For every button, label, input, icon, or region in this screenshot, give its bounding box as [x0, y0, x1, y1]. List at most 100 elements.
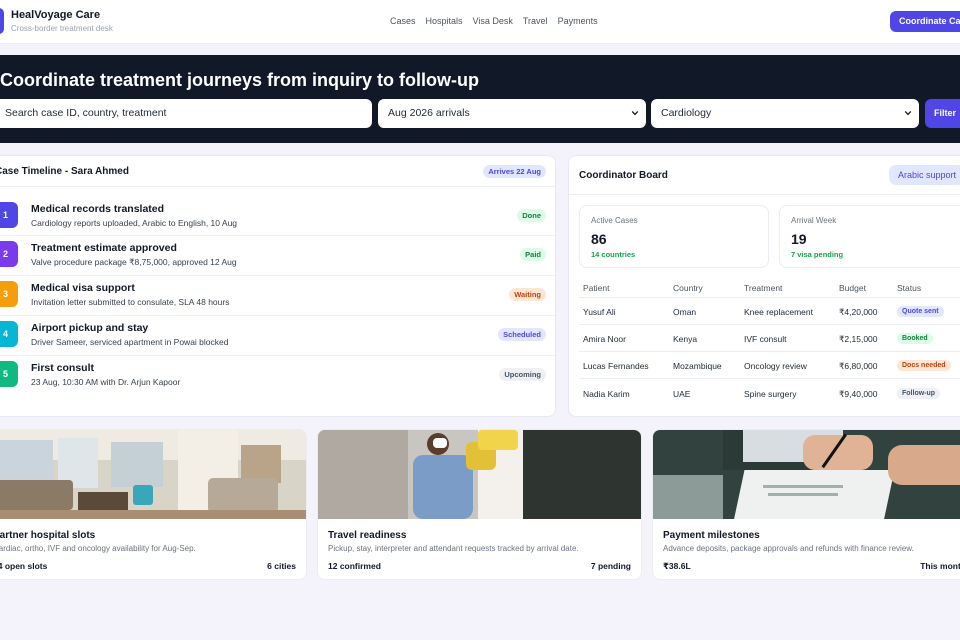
stat-note: 7 visa pending: [791, 250, 844, 259]
cell-patient[interactable]: Lucas Fernandes: [583, 361, 649, 371]
cell-country: UAE: [673, 389, 691, 399]
nav-item-visa-desk[interactable]: Visa Desk: [473, 16, 513, 26]
step-title: First consult: [31, 362, 95, 374]
cell-country: Oman: [673, 307, 697, 317]
feature-title: Partner hospital slots: [0, 530, 96, 541]
step-number: 5: [0, 361, 18, 387]
step-detail: Invitation letter submitted to consulate…: [31, 297, 230, 307]
stat-label: Active Cases: [591, 216, 638, 225]
feature-metric-secondary: 7 pending: [590, 561, 631, 571]
stat-label: Arrival Week: [791, 216, 837, 225]
timeline-step[interactable]: 5 First consult 23 Aug, 10:30 AM with Dr…: [0, 361, 555, 401]
divider: [579, 351, 960, 352]
chevron-down-icon: [904, 110, 912, 116]
divider: [0, 186, 555, 187]
stat-card-active-cases: Active Cases 86 14 countries: [579, 205, 769, 268]
case-timeline-card: Case Timeline - Sara Ahmed Arrives 22 Au…: [0, 155, 556, 417]
cell-budget: ₹6,80,000: [839, 361, 878, 371]
feature-card-payment-milestones[interactable]: Payment milestones Advance deposits, pac…: [652, 429, 960, 580]
coordinator-board-card: Coordinator Board Arabic support Active …: [568, 155, 960, 417]
cleaning-staff-image: [318, 430, 641, 519]
divider: [579, 378, 960, 379]
step-title: Airport pickup and stay: [31, 322, 149, 334]
hospital-lounge-image: [0, 430, 306, 519]
step-detail: Valve procedure package ₹8,75,000, appro…: [31, 257, 237, 267]
nav-item-cases[interactable]: Cases: [390, 16, 416, 26]
page-title: Coordinate treatment journeys from inqui…: [0, 70, 480, 90]
cell-country: Mozambique: [673, 361, 722, 371]
divider: [0, 275, 555, 276]
arrival-badge: Arrives 22 Aug: [483, 165, 546, 178]
paperwork-laptop-image: [653, 430, 960, 519]
cell-treatment: Knee replacement: [744, 307, 813, 317]
status-badge: Scheduled: [498, 328, 546, 341]
stat-value: 19: [791, 231, 807, 247]
column-header: Status: [897, 283, 922, 293]
feature-metric: 12 confirmed: [328, 561, 381, 571]
status-badge: Waiting: [509, 288, 546, 301]
specialty-value: Cardiology: [661, 107, 712, 119]
step-detail: Driver Sameer, serviced apartment in Pow…: [31, 337, 229, 347]
cell-patient[interactable]: Amira Noor: [583, 334, 626, 344]
status-badge: Quote sent: [897, 306, 944, 317]
feature-detail: Cardiac, ortho, IVF and oncology availab…: [0, 544, 196, 553]
cell-budget: ₹4,20,000: [839, 307, 878, 317]
specialty-select[interactable]: Cardiology: [651, 99, 919, 128]
feature-title: Payment milestones: [663, 530, 760, 541]
divider: [0, 355, 555, 356]
top-bar: HealVoyage Care Cross-border treatment d…: [0, 0, 960, 44]
feature-title: Travel readiness: [328, 530, 407, 541]
feature-card-travel-readiness[interactable]: Travel readiness Pickup, stay, interpret…: [317, 429, 642, 580]
main-nav: Cases Hospitals Visa Desk Travel Payment…: [390, 16, 598, 26]
column-header: Patient: [583, 283, 610, 293]
chevron-down-icon: [631, 110, 639, 116]
status-badge: Paid: [520, 248, 546, 261]
step-number: 3: [0, 281, 18, 307]
brand-name[interactable]: HealVoyage Care: [11, 9, 100, 21]
cell-treatment: Spine surgery: [744, 389, 797, 399]
logo-icon: [0, 8, 4, 34]
filter-button[interactable]: Filter: [925, 99, 960, 128]
stat-value: 86: [591, 231, 607, 247]
search-input[interactable]: Search case ID, country, treatment: [0, 99, 372, 128]
arrival-month-select[interactable]: Aug 2026 arrivals: [378, 99, 646, 128]
nav-item-travel[interactable]: Travel: [523, 16, 548, 26]
column-header: Budget: [839, 283, 866, 293]
divider: [579, 297, 960, 298]
nav-item-hospitals[interactable]: Hospitals: [426, 16, 463, 26]
step-number: 1: [0, 202, 18, 228]
stat-card-arrival-week: Arrival Week 19 7 visa pending: [779, 205, 960, 268]
feature-metric-secondary: 6 cities: [267, 561, 296, 571]
status-badge: Booked: [897, 333, 933, 344]
feature-detail: Advance deposits, package approvals and …: [663, 544, 914, 553]
coordinate-care-button[interactable]: Coordinate Care: [890, 11, 960, 32]
cell-patient[interactable]: Nadia Karim: [583, 389, 630, 399]
step-title: Treatment estimate approved: [31, 242, 177, 254]
step-detail: 23 Aug, 10:30 AM with Dr. Arjun Kapoor: [31, 377, 181, 387]
brand-tagline: Cross-border treatment desk: [11, 24, 113, 33]
cell-treatment: IVF consult: [744, 334, 787, 344]
arabic-support-button[interactable]: Arabic support: [889, 165, 960, 185]
column-header: Treatment: [744, 283, 783, 293]
step-detail: Cardiology reports uploaded, Arabic to E…: [31, 218, 238, 228]
column-header: Country: [673, 283, 703, 293]
board-title: Coordinator Board: [579, 170, 668, 181]
nav-item-payments[interactable]: Payments: [558, 16, 598, 26]
cell-treatment: Oncology review: [744, 361, 807, 371]
step-number: 4: [0, 321, 18, 347]
step-title: Medical records translated: [31, 203, 165, 215]
divider: [579, 324, 960, 325]
cell-patient[interactable]: Yusuf Ali: [583, 307, 616, 317]
feature-metric: 24 open slots: [0, 561, 48, 571]
stat-note: 14 countries: [591, 250, 636, 259]
cell-budget: ₹2,15,000: [839, 334, 878, 344]
feature-metric: ₹38.6L: [663, 561, 691, 571]
cell-country: Kenya: [673, 334, 698, 344]
status-badge: Done: [517, 209, 546, 222]
arrival-month-value: Aug 2026 arrivals: [388, 107, 470, 119]
feature-card-hospital-slots[interactable]: Partner hospital slots Cardiac, ortho, I…: [0, 429, 307, 580]
divider: [0, 315, 555, 316]
timeline-title: Case Timeline - Sara Ahmed: [0, 166, 129, 177]
feature-metric-secondary: This month: [920, 561, 960, 571]
step-number: 2: [0, 241, 18, 267]
